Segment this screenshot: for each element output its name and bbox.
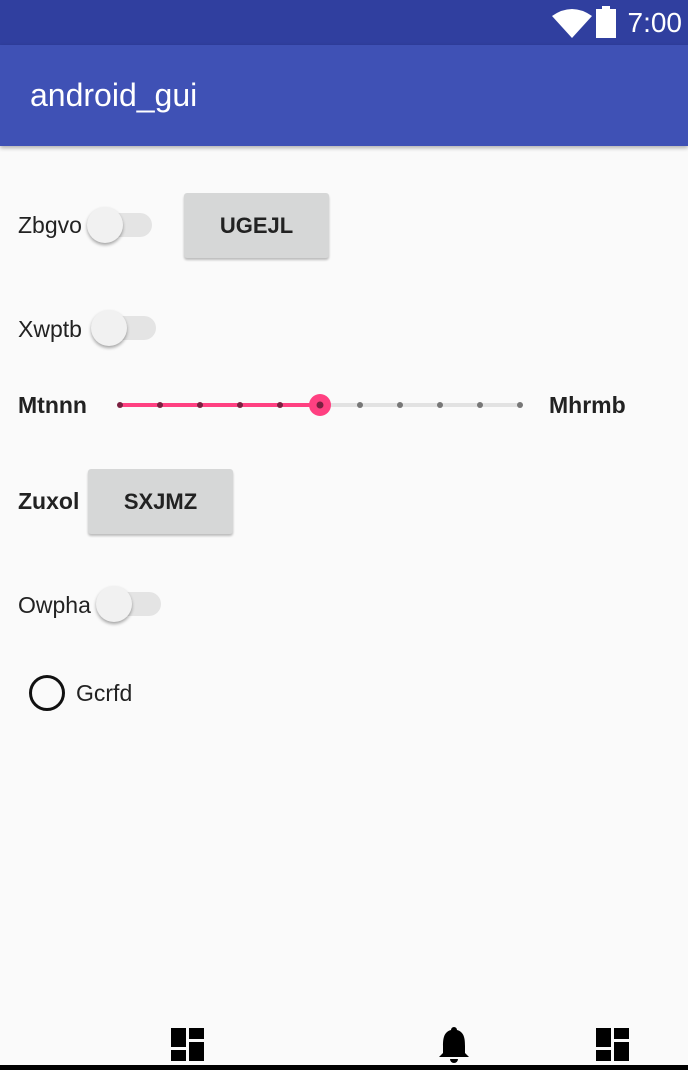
radio-circle[interactable] [29,675,65,711]
radio-label: Gcrfd [76,680,133,706]
slider-tick [117,402,123,408]
dashboard-icon[interactable] [170,1027,204,1061]
navigation-bar [0,1065,688,1070]
slider-thumb-dot [316,401,324,409]
slider-tick [397,402,403,408]
slider-right-label: Mhrmb [549,392,626,418]
slider-tick [237,402,243,408]
switch-label-zbgvo: Zbgvo [18,212,82,238]
ugejl-button[interactable]: UGEJL [184,193,329,258]
slider-tick [357,402,363,408]
clock: 7:00 [627,7,683,38]
slider-tick [277,402,283,408]
slider-tick [517,402,523,408]
slider-left-label: Mtnnn [18,392,87,418]
slider-tick [197,402,203,408]
slider[interactable] [100,385,540,425]
wifi-icon [552,9,592,38]
app-title: android_gui [30,77,198,113]
label-zuxol: Zuxol [18,488,80,514]
sxjmz-button[interactable]: SXJMZ [88,469,233,534]
dashboard-icon[interactable] [595,1027,629,1061]
app-bar: android_gui [0,45,688,146]
battery-icon [596,6,616,38]
bell-icon[interactable] [438,1026,470,1064]
switch-label-owpha: Owpha [18,592,91,618]
slider-tick [477,402,483,408]
switch-label-xwptb: Xwptb [18,316,82,342]
slider-tick [437,402,443,408]
status-bar: 7:00 [0,0,688,45]
slider-tick [157,402,163,408]
